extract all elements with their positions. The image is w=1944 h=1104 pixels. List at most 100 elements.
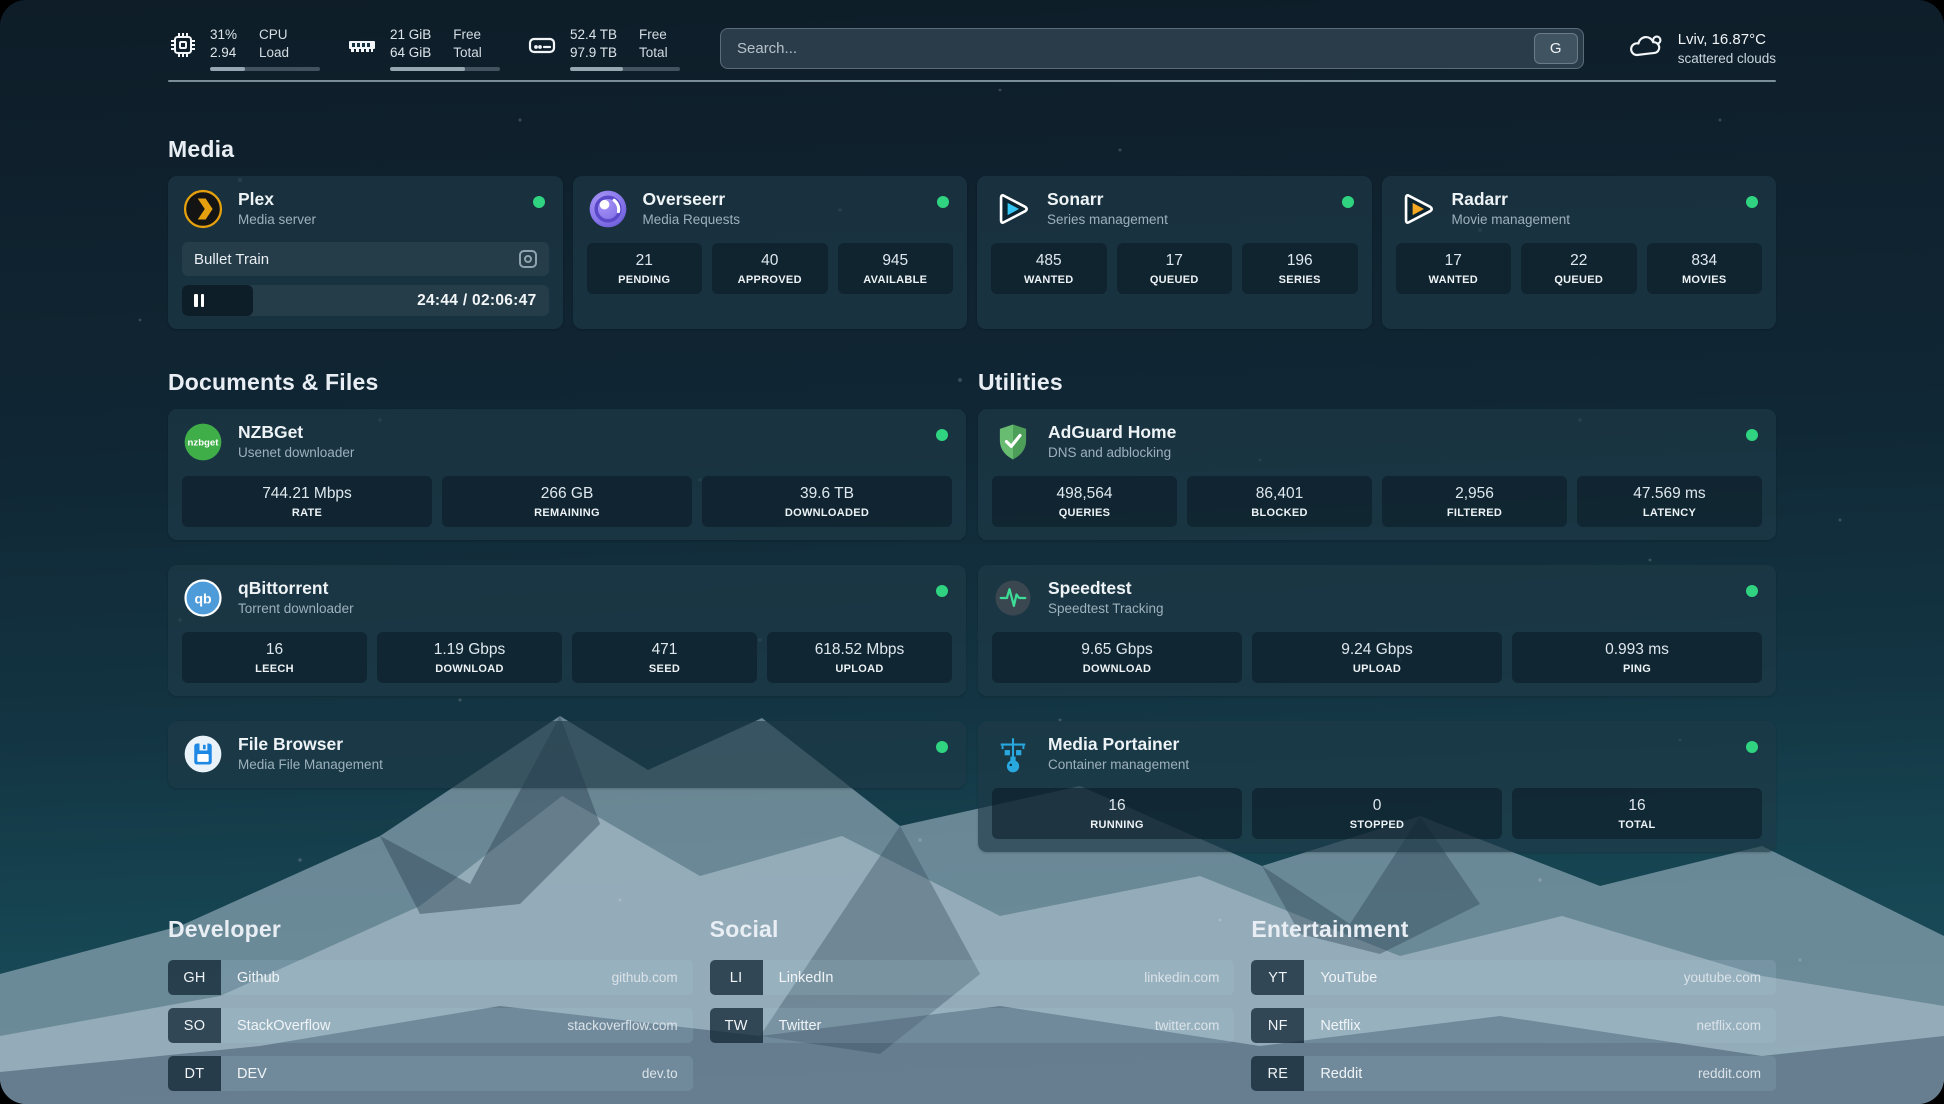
stat-label: REMAINING — [446, 507, 688, 519]
bookmark-reddit[interactable]: RERedditreddit.com — [1251, 1056, 1776, 1091]
bookmark-netflix[interactable]: NFNetflixnetflix.com — [1251, 1008, 1776, 1043]
bookmark-name: StackOverflow — [221, 1008, 567, 1043]
stat-block-filtered: 2,956FILTERED — [1382, 476, 1567, 527]
stat-value: 40 — [716, 252, 824, 270]
stat-value: 16 — [996, 797, 1238, 815]
service-card-file-browser[interactable]: File BrowserMedia File Management — [168, 721, 966, 788]
now-playing-row: Bullet Train — [182, 242, 549, 276]
bookmark-abbr: NF — [1251, 1008, 1304, 1043]
stat-block-upload: 618.52 MbpsUPLOAD — [767, 632, 952, 683]
resource-value-column: 21 GiB64 GiB — [390, 26, 431, 62]
resource-cpu: 31%2.94CPULoad — [168, 26, 320, 71]
search-provider-button[interactable]: G — [1534, 33, 1578, 64]
bookmark-youtube[interactable]: YTYouTubeyoutube.com — [1251, 960, 1776, 995]
stat-value: 1.19 Gbps — [381, 641, 558, 659]
stat-value: 17 — [1400, 252, 1508, 270]
stat-value: 39.6 TB — [706, 485, 948, 503]
resource-label: Free — [453, 26, 482, 44]
stat-label: UPLOAD — [1256, 663, 1498, 675]
bookmark-github[interactable]: GHGithubgithub.com — [168, 960, 693, 995]
resource-progress-track — [390, 67, 500, 71]
resource-label: Load — [259, 44, 289, 62]
search-bar[interactable]: G — [720, 28, 1584, 69]
bookmark-twitter[interactable]: TWTwittertwitter.com — [710, 1008, 1235, 1043]
stat-block-available: 945AVAILABLE — [838, 243, 954, 294]
stat-value: 196 — [1246, 252, 1354, 270]
bookmark-group-social: Social LILinkedInlinkedin.com TWTwittertwi… — [710, 916, 1235, 1091]
service-card-titles: RadarrMovie management — [1452, 189, 1733, 230]
service-name: AdGuard Home — [1048, 422, 1732, 442]
status-dot — [936, 429, 948, 441]
resource-label-column: FreeTotal — [639, 26, 668, 62]
stat-label: SERIES — [1246, 274, 1354, 286]
section-title-entertainment: Entertainment — [1251, 916, 1776, 943]
service-card-speedtest[interactable]: SpeedtestSpeedtest Tracking9.65 GbpsDOWN… — [978, 565, 1776, 696]
resource-disk: 52.4 TB97.9 TBFreeTotal — [526, 26, 680, 71]
adguard-icon — [992, 421, 1034, 463]
service-card-media-portainer[interactable]: Media PortainerContainer management16RUN… — [978, 721, 1776, 852]
playback-progress-bar[interactable]: 24:44 / 02:06:47 — [182, 285, 549, 316]
stat-value: 0 — [1256, 797, 1498, 815]
service-card-qbittorrent[interactable]: qbqBittorrentTorrent downloader16LEECH1.… — [168, 565, 966, 696]
bookmark-rows: GHGithubgithub.com SOStackOverflowstackov… — [168, 960, 693, 1091]
section-title-social: Social — [710, 916, 1235, 943]
bookmark-linkedin[interactable]: LILinkedInlinkedin.com — [710, 960, 1235, 995]
stat-label: RATE — [186, 507, 428, 519]
stat-label: PENDING — [591, 274, 699, 286]
stat-value: 498,564 — [996, 485, 1173, 503]
service-card-adguard-home[interactable]: AdGuard HomeDNS and adblocking498,564QUE… — [978, 409, 1776, 540]
service-card-radarr[interactable]: RadarrMovie management17WANTED22QUEUED83… — [1382, 176, 1777, 329]
stat-block-movies: 834MOVIES — [1647, 243, 1763, 294]
service-card-header: qbqBittorrentTorrent downloader — [182, 577, 952, 619]
stat-value: 618.52 Mbps — [771, 641, 948, 659]
stat-label: TOTAL — [1516, 819, 1758, 831]
stat-block-stopped: 0STOPPED — [1252, 788, 1502, 839]
service-stats: 485WANTED17QUEUED196SERIES — [991, 243, 1358, 294]
stat-block-rate: 744.21 MbpsRATE — [182, 476, 432, 527]
section-title-documents: Documents & Files — [168, 369, 966, 396]
service-description: Container management — [1048, 755, 1732, 775]
bookmark-stackoverflow[interactable]: SOStackOverflowstackoverflow.com — [168, 1008, 693, 1043]
stat-value: 47.569 ms — [1581, 485, 1758, 503]
svg-text:qb: qb — [194, 590, 211, 606]
status-dot — [1342, 196, 1354, 208]
service-card-plex[interactable]: PlexMedia serverBullet Train24:44 / 02:0… — [168, 176, 563, 329]
svg-text:nzbget: nzbget — [188, 438, 220, 449]
stat-value: 86,401 — [1191, 485, 1368, 503]
bookmark-abbr: GH — [168, 960, 221, 995]
bookmark-domain: twitter.com — [1155, 1008, 1235, 1043]
stat-value: 22 — [1525, 252, 1633, 270]
stat-block-download: 1.19 GbpsDOWNLOAD — [377, 632, 562, 683]
service-description: DNS and adblocking — [1048, 443, 1732, 463]
resource-progress-fill — [390, 67, 465, 71]
section-title-utilities: Utilities — [978, 369, 1776, 396]
stat-block-blocked: 86,401BLOCKED — [1187, 476, 1372, 527]
resource-value-column: 31%2.94 — [210, 26, 237, 62]
resource-value: 52.4 TB — [570, 26, 617, 44]
bookmark-abbr: LI — [710, 960, 763, 995]
service-card-overseerr[interactable]: OverseerrMedia Requests21PENDING40APPROV… — [573, 176, 968, 329]
dashboard-screen: 31%2.94CPULoad21 GiB64 GiBFreeTotal52.4 … — [0, 0, 1944, 1104]
bookmark-group-entertainment: Entertainment YTYouTubeyoutube.com NFNetfl… — [1251, 916, 1776, 1091]
service-card-sonarr[interactable]: SonarrSeries management485WANTED17QUEUED… — [977, 176, 1372, 329]
stat-label: DOWNLOAD — [996, 663, 1238, 675]
portainer-icon — [992, 733, 1034, 775]
bookmark-abbr: RE — [1251, 1056, 1304, 1091]
bookmark-name: DEV — [221, 1056, 642, 1091]
bookmark-dev[interactable]: DTDEVdev.to — [168, 1056, 693, 1091]
resource-value: 21 GiB — [390, 26, 431, 44]
nzbget-icon: nzbget — [182, 421, 224, 463]
service-description: Usenet downloader — [238, 443, 922, 463]
service-card-nzbget[interactable]: nzbgetNZBGetUsenet downloader744.21 Mbps… — [168, 409, 966, 540]
resource-label: Free — [639, 26, 668, 44]
stat-value: 21 — [591, 252, 699, 270]
bookmark-name: Netflix — [1304, 1008, 1696, 1043]
weather-condition: scattered clouds — [1678, 49, 1776, 68]
service-description: Speedtest Tracking — [1048, 599, 1732, 619]
service-stats: 744.21 MbpsRATE266 GBREMAINING39.6 TBDOW… — [182, 476, 952, 527]
search-input[interactable] — [737, 40, 1534, 57]
stat-label: LATENCY — [1581, 507, 1758, 519]
bookmark-abbr: YT — [1251, 960, 1304, 995]
service-description: Media server — [238, 210, 519, 230]
resource-progress-track — [570, 67, 680, 71]
